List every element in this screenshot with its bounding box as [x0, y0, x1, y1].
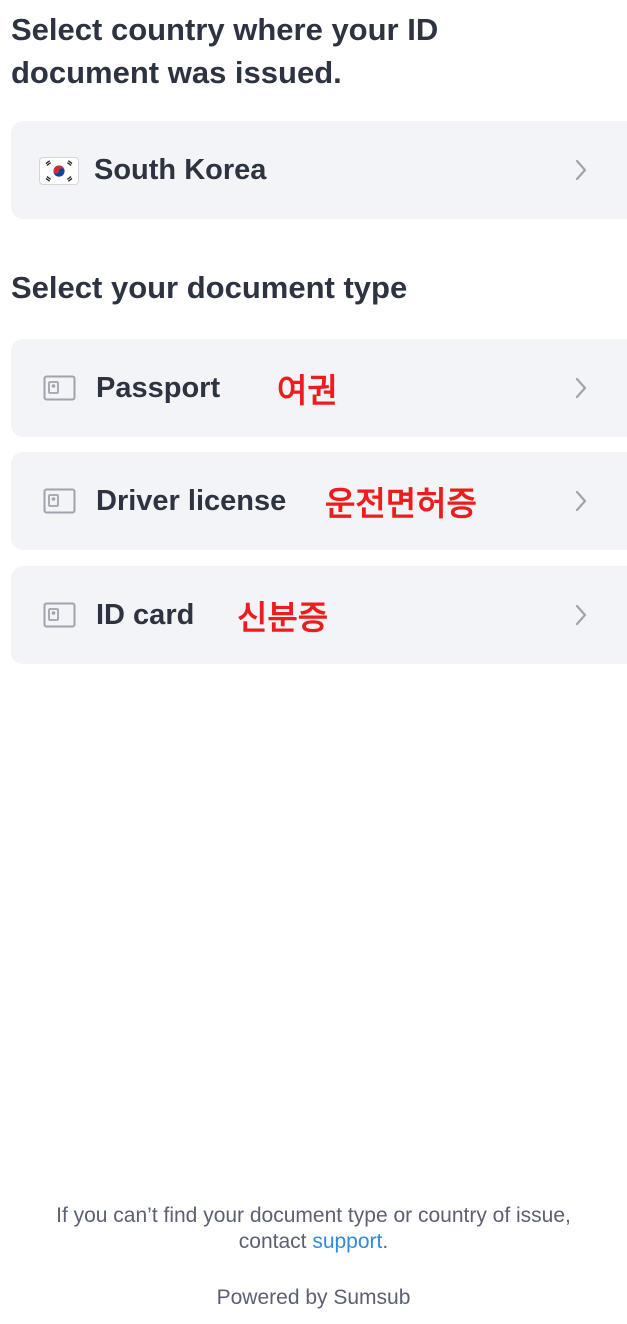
document-option-label: Passport	[96, 371, 221, 404]
footer-note-line1: If you can’t find your document type or …	[56, 1204, 571, 1227]
document-type-heading: Select your document type	[11, 270, 408, 305]
footer-note-prefix: contact	[238, 1230, 307, 1253]
chevron-right-icon	[575, 377, 587, 399]
document-option-annotation: 운전면허증	[325, 485, 477, 522]
document-option-driver-license[interactable]: Driver license 운전면허증	[11, 452, 627, 550]
id-card-icon	[43, 488, 76, 514]
south-korea-flag-icon	[39, 157, 79, 185]
selected-country-label: South Korea	[94, 153, 267, 186]
footer-note-suffix: .	[382, 1230, 389, 1253]
id-card-icon	[43, 602, 76, 628]
chevron-right-icon	[575, 490, 587, 512]
document-option-passport[interactable]: Passport 여권	[11, 339, 627, 437]
document-option-label: ID card	[96, 598, 195, 631]
support-link[interactable]: support	[312, 1230, 382, 1253]
document-option-annotation: 신분증	[237, 599, 329, 636]
country-heading-line1: Select country where your ID	[11, 12, 439, 47]
id-card-icon	[43, 375, 76, 401]
document-option-id-card[interactable]: ID card 신분증	[11, 566, 627, 664]
document-option-annotation: 여권	[277, 372, 338, 409]
document-option-label: Driver license	[96, 484, 287, 517]
chevron-right-icon	[575, 604, 587, 626]
country-heading: Select country where your ID document wa…	[11, 8, 571, 94]
powered-by-label: Powered by Sumsub	[216, 1286, 411, 1309]
chevron-right-icon	[575, 159, 587, 181]
country-selector[interactable]: South Korea	[11, 121, 627, 219]
footer-note: If you can’t find your document type or …	[0, 1203, 627, 1255]
country-heading-line2: document was issued.	[11, 55, 342, 90]
document-selection-screen: Select country where your ID document wa…	[0, 0, 627, 1324]
